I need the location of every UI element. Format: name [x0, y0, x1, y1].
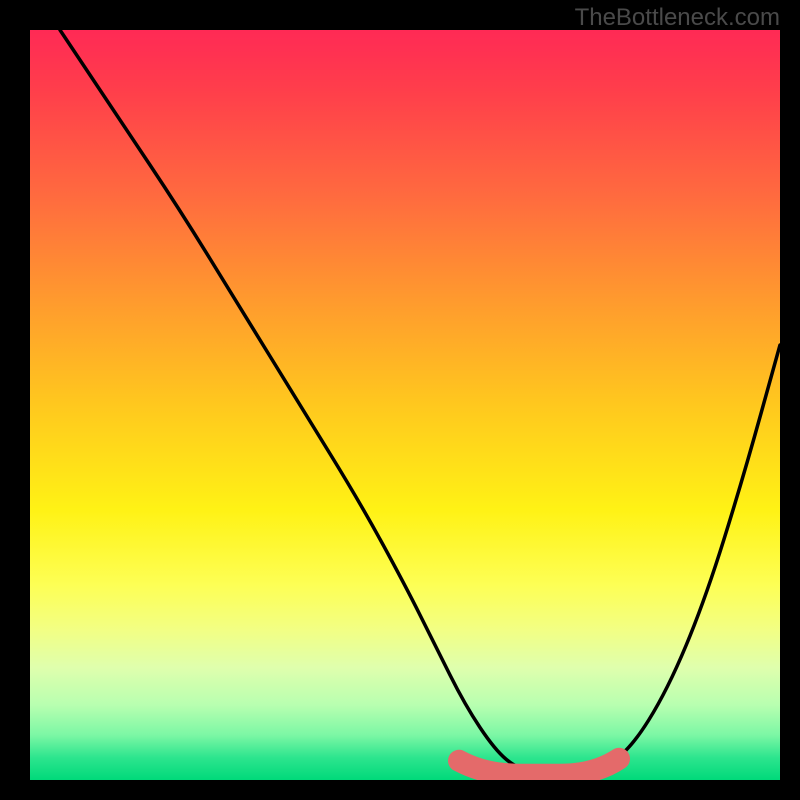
watermark-text: TheBottleneck.com: [575, 4, 780, 32]
plot-area: [30, 30, 780, 780]
flat-region-highlight: [459, 759, 619, 775]
curve-layer: [30, 30, 780, 780]
bottleneck-curve-path: [60, 30, 780, 773]
